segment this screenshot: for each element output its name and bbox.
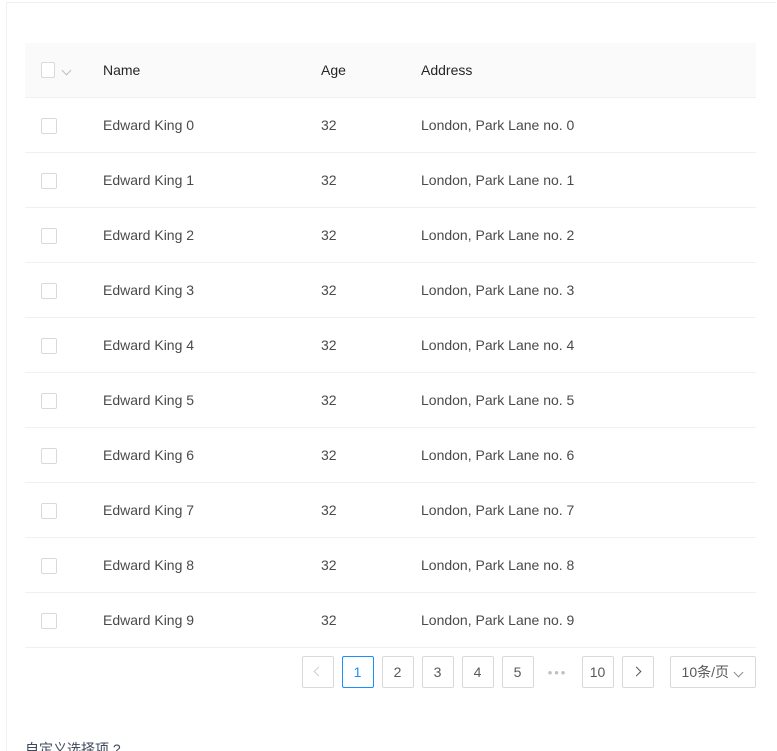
row-checkbox[interactable] <box>41 227 57 244</box>
cell-address: London, Park Lane no. 6 <box>405 427 756 483</box>
cell-address: London, Park Lane no. 9 <box>405 592 756 648</box>
chevron-left-icon <box>313 668 322 677</box>
pagination-next-button[interactable] <box>621 656 654 688</box>
column-header-age: Age <box>305 43 405 98</box>
row-checkbox[interactable] <box>41 612 57 629</box>
cell-address: London, Park Lane no. 3 <box>405 262 756 318</box>
chevron-down-icon[interactable] <box>63 66 71 75</box>
cell-name: Edward King 4 <box>87 317 305 373</box>
table-header: Name Age Address <box>25 43 756 98</box>
table-row[interactable]: Edward King 7 32 London, Park Lane no. 7 <box>25 482 756 538</box>
cell-age: 32 <box>305 372 405 428</box>
page-size-label: 10条/页 <box>681 664 729 680</box>
table-row[interactable]: Edward King 0 32 London, Park Lane no. 0 <box>25 97 756 153</box>
row-select-cell <box>25 97 87 153</box>
cell-age: 32 <box>305 427 405 483</box>
chevron-down-icon <box>735 668 744 677</box>
pagination-ellipsis[interactable]: ••• <box>542 656 574 688</box>
row-checkbox[interactable] <box>41 392 57 409</box>
row-checkbox[interactable] <box>41 117 57 134</box>
footer-note: 自定义选择项 ? <box>25 741 121 751</box>
cell-age: 32 <box>305 537 405 593</box>
cell-address: London, Park Lane no. 4 <box>405 317 756 373</box>
table-header-row: Name Age Address <box>25 43 756 98</box>
column-header-address: Address <box>405 43 756 98</box>
chevron-right-icon <box>633 668 642 677</box>
table-row[interactable]: Edward King 1 32 London, Park Lane no. 1 <box>25 152 756 208</box>
pagination: 1 2 3 4 5 ••• 10 10条/页 <box>25 641 756 703</box>
cell-name: Edward King 2 <box>87 207 305 263</box>
pagination-last-page[interactable]: 10 <box>581 656 614 688</box>
row-checkbox[interactable] <box>41 172 57 189</box>
cell-address: London, Park Lane no. 0 <box>405 97 756 153</box>
cell-age: 32 <box>305 262 405 318</box>
cell-age: 32 <box>305 482 405 538</box>
row-select-cell <box>25 152 87 208</box>
pagination-page-4[interactable]: 4 <box>461 656 494 688</box>
row-select-cell <box>25 262 87 318</box>
cell-address: London, Park Lane no. 1 <box>405 152 756 208</box>
table-row[interactable]: Edward King 2 32 London, Park Lane no. 2 <box>25 207 756 263</box>
row-checkbox[interactable] <box>41 447 57 464</box>
column-header-select <box>25 43 87 98</box>
cell-age: 32 <box>305 592 405 648</box>
page-container: Name Age Address Edward King 0 32 London… <box>6 2 776 751</box>
cell-age: 32 <box>305 152 405 208</box>
table-row[interactable]: Edward King 5 32 London, Park Lane no. 5 <box>25 372 756 428</box>
table-body: Edward King 0 32 London, Park Lane no. 0… <box>25 97 756 648</box>
cell-address: London, Park Lane no. 5 <box>405 372 756 428</box>
cell-age: 32 <box>305 207 405 263</box>
row-checkbox[interactable] <box>41 282 57 299</box>
table-row[interactable]: Edward King 9 32 London, Park Lane no. 9 <box>25 592 756 648</box>
cell-age: 32 <box>305 317 405 373</box>
cell-address: London, Park Lane no. 7 <box>405 482 756 538</box>
cell-name: Edward King 8 <box>87 537 305 593</box>
data-table: Name Age Address Edward King 0 32 London… <box>25 43 756 648</box>
cell-name: Edward King 9 <box>87 592 305 648</box>
cell-name: Edward King 3 <box>87 262 305 318</box>
cell-name: Edward King 1 <box>87 152 305 208</box>
row-select-cell <box>25 482 87 538</box>
pagination-page-1[interactable]: 1 <box>341 656 374 688</box>
row-select-cell <box>25 317 87 373</box>
row-checkbox[interactable] <box>41 502 57 519</box>
pagination-prev-button[interactable] <box>301 656 334 688</box>
pagination-page-2[interactable]: 2 <box>381 656 414 688</box>
table-row[interactable]: Edward King 4 32 London, Park Lane no. 4 <box>25 317 756 373</box>
cell-name: Edward King 6 <box>87 427 305 483</box>
cell-address: London, Park Lane no. 2 <box>405 207 756 263</box>
row-select-cell <box>25 207 87 263</box>
table-row[interactable]: Edward King 3 32 London, Park Lane no. 3 <box>25 262 756 318</box>
cell-address: London, Park Lane no. 8 <box>405 537 756 593</box>
cell-name: Edward King 7 <box>87 482 305 538</box>
row-checkbox[interactable] <box>41 337 57 354</box>
cell-age: 32 <box>305 97 405 153</box>
cell-name: Edward King 0 <box>87 97 305 153</box>
row-select-cell <box>25 427 87 483</box>
row-select-cell <box>25 372 87 428</box>
table-row[interactable]: Edward King 8 32 London, Park Lane no. 8 <box>25 537 756 593</box>
column-header-name: Name <box>87 43 305 98</box>
page-size-selector[interactable]: 10条/页 <box>669 656 756 688</box>
data-table-container: Name Age Address Edward King 0 32 London… <box>25 43 756 648</box>
select-all-checkbox[interactable] <box>41 62 56 78</box>
table-row[interactable]: Edward King 6 32 London, Park Lane no. 6 <box>25 427 756 483</box>
row-select-cell <box>25 592 87 648</box>
pagination-page-5[interactable]: 5 <box>501 656 534 688</box>
row-select-cell <box>25 537 87 593</box>
cell-name: Edward King 5 <box>87 372 305 428</box>
row-checkbox[interactable] <box>41 557 57 574</box>
pagination-page-3[interactable]: 3 <box>421 656 454 688</box>
